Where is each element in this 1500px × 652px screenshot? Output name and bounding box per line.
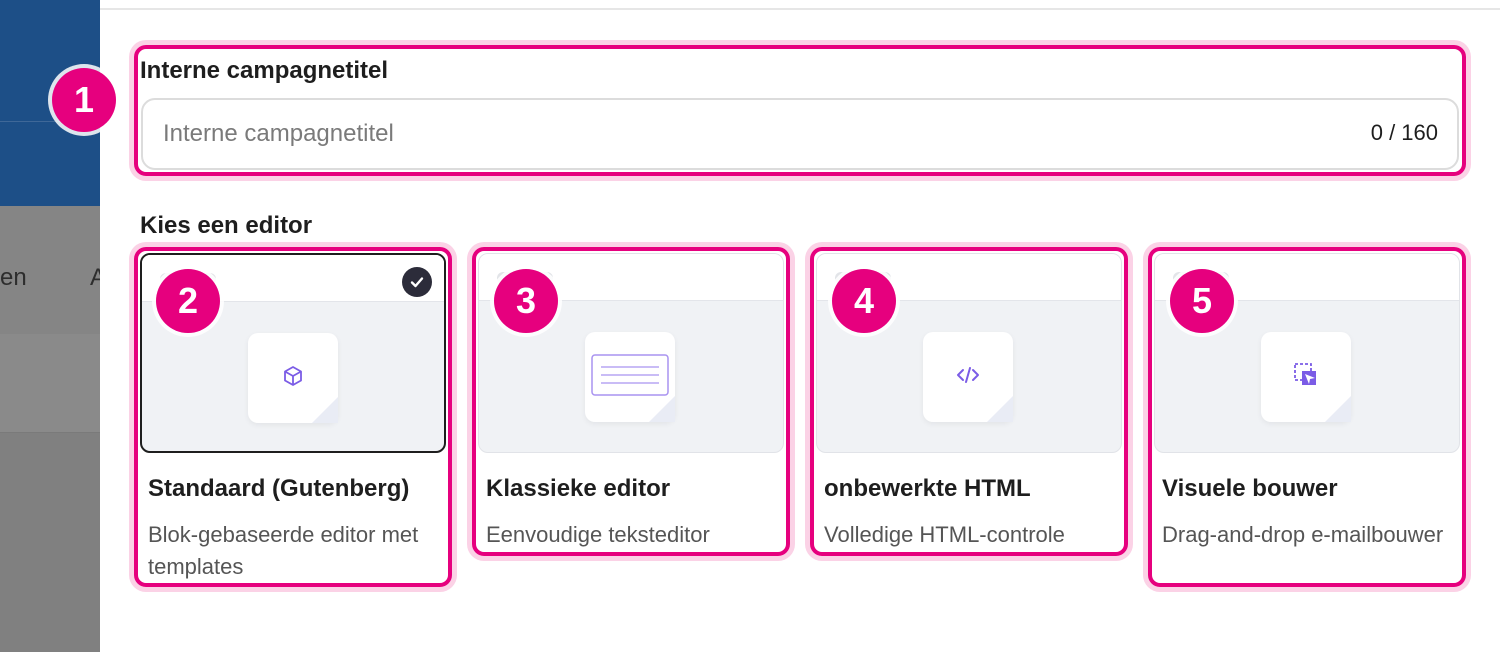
checkmark-icon xyxy=(402,267,432,297)
editor-description: Blok-gebaseerde editor met templates xyxy=(148,522,419,579)
document-illustration xyxy=(248,333,338,423)
editor-description: Drag-and-drop e-mailbouwer xyxy=(1162,522,1444,547)
character-counter: 0 / 160 xyxy=(1370,120,1438,145)
background-nav-item: en xyxy=(0,264,27,291)
editor-description: Eenvoudige teksteditor xyxy=(486,522,710,547)
background-nav: en A xyxy=(0,206,100,335)
text-lines-icon xyxy=(591,353,669,401)
campaign-title-label: Interne campagnetitel xyxy=(140,57,389,84)
annotation-badge: 2 xyxy=(156,269,220,333)
annotation-badge: 5 xyxy=(1170,269,1234,333)
campaign-title-input[interactable] xyxy=(141,98,1459,170)
annotation-badge: 1 xyxy=(52,68,116,132)
document-illustration xyxy=(585,332,675,422)
annotation-badge: 3 xyxy=(494,269,558,333)
editor-section-label: Kies een editor xyxy=(140,212,313,239)
editor-name: onbewerkte HTML xyxy=(824,475,1031,502)
drag-drop-icon xyxy=(1293,362,1319,393)
annotation-badge: 4 xyxy=(832,269,896,333)
document-illustration xyxy=(923,332,1013,422)
background-row xyxy=(0,334,100,433)
cube-icon xyxy=(281,364,305,393)
code-icon xyxy=(955,365,981,390)
create-campaign-panel: Interne campagnetitel 0 / 160 Kies een e… xyxy=(100,0,1500,652)
editor-name: Klassieke editor xyxy=(486,475,671,502)
editor-description: Volledige HTML-controle xyxy=(824,522,1065,547)
editor-name: Visuele bouwer xyxy=(1162,475,1338,502)
document-illustration xyxy=(1261,332,1351,422)
editor-name: Standaard (Gutenberg) xyxy=(148,475,410,502)
background-nav-item: A xyxy=(90,264,100,291)
panel-divider xyxy=(100,8,1500,10)
